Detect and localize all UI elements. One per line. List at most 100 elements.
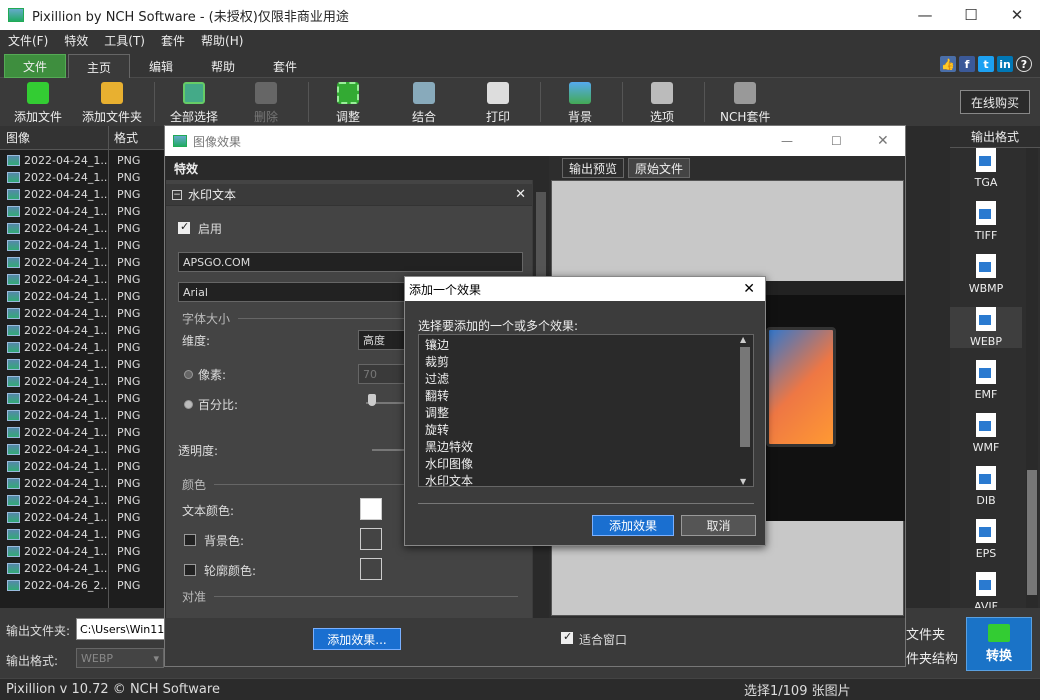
table-row[interactable]: 2022-04-24_1... PNG	[0, 152, 166, 169]
format-item-wmf[interactable]: WMF	[950, 413, 1022, 454]
table-row[interactable]: 2022-04-24_1... PNG	[0, 407, 166, 424]
format-item-emf[interactable]: EMF	[950, 360, 1022, 401]
menu-tools[interactable]: 工具(T)	[96, 32, 153, 49]
format-item-tiff[interactable]: TIFF	[950, 201, 1022, 242]
linkedin-icon[interactable]: in	[997, 56, 1013, 72]
tab-original-file[interactable]: 原始文件	[628, 158, 691, 178]
outline-color-swatch[interactable]	[360, 558, 382, 580]
list-item[interactable]: 调整	[425, 404, 449, 421]
pixels-radio[interactable]	[184, 370, 193, 379]
tab-edit[interactable]: 编辑	[130, 54, 192, 78]
table-row[interactable]: 2022-04-24_1... PNG	[0, 339, 166, 356]
table-row[interactable]: 2022-04-24_1... PNG	[0, 220, 166, 237]
list-item[interactable]: 裁剪	[425, 353, 449, 370]
tab-suite[interactable]: 套件	[254, 54, 316, 78]
table-row[interactable]: 2022-04-24_1... PNG	[0, 356, 166, 373]
list-item[interactable]: 镶边	[425, 336, 449, 353]
bg-color-swatch[interactable]	[360, 528, 382, 550]
add-file-button[interactable]: 添加文件	[14, 82, 62, 125]
list-item[interactable]: 旋转	[425, 421, 449, 438]
format-item-eps[interactable]: EPS	[950, 519, 1022, 560]
minimize-button[interactable]: —	[902, 0, 948, 30]
options-button[interactable]: 选项	[650, 82, 674, 125]
outline-color-checkbox[interactable]	[184, 564, 196, 576]
tab-file[interactable]: 文件	[4, 54, 66, 78]
add-effect-button[interactable]: 添加效果...	[313, 628, 401, 650]
output-format-select[interactable]: WEBP ▾	[76, 648, 164, 668]
table-row[interactable]: 2022-04-24_1... PNG	[0, 526, 166, 543]
format-item-webp[interactable]: WEBP	[950, 307, 1022, 348]
cancel-button[interactable]: 取消	[681, 515, 756, 536]
table-row[interactable]: 2022-04-24_1... PNG	[0, 288, 166, 305]
table-row[interactable]: 2022-04-24_1... PNG	[0, 271, 166, 288]
add-folder-button[interactable]: 添加文件夹	[82, 82, 142, 125]
minimize-button[interactable]: —	[781, 134, 793, 148]
table-row[interactable]: 2022-04-24_1... PNG	[0, 237, 166, 254]
watermark-text-input[interactable]: APSGO.COM	[178, 252, 523, 272]
fit-window-checkbox[interactable]	[561, 630, 573, 644]
percent-slider-handle[interactable]	[368, 394, 376, 406]
table-row[interactable]: 2022-04-24_1... PNG	[0, 560, 166, 577]
delete-button[interactable]: 删除	[254, 82, 278, 125]
tab-output-preview[interactable]: 输出预览	[562, 158, 625, 178]
select-all-button[interactable]: 全部选择	[170, 82, 218, 125]
buy-online-button[interactable]: 在线购买	[960, 90, 1030, 114]
thumbs-up-icon[interactable]: 👍	[940, 56, 956, 72]
help-icon[interactable]: ?	[1016, 56, 1032, 72]
table-row[interactable]: 2022-04-24_1... PNG	[0, 543, 166, 560]
format-item-dib[interactable]: DIB	[950, 466, 1022, 507]
menu-effects[interactable]: 特效	[56, 32, 96, 49]
print-button[interactable]: 打印	[486, 82, 510, 125]
collapse-icon[interactable]: −	[172, 189, 182, 200]
format-item-wbmp[interactable]: WBMP	[950, 254, 1022, 295]
table-row[interactable]: 2022-04-24_1... PNG	[0, 305, 166, 322]
facebook-icon[interactable]: f	[959, 56, 975, 72]
remove-effect-icon[interactable]: ✕	[515, 187, 526, 202]
maximize-button[interactable]: ☐	[831, 134, 842, 148]
table-row[interactable]: 2022-04-24_1... PNG	[0, 458, 166, 475]
table-row[interactable]: 2022-04-24_1... PNG	[0, 254, 166, 271]
enable-checkbox[interactable]	[178, 220, 190, 234]
list-item[interactable]: 过滤	[425, 370, 449, 387]
list-item[interactable]: 水印文本	[425, 472, 473, 489]
list-item[interactable]: 翻转	[425, 387, 449, 404]
table-row[interactable]: 2022-04-24_1... PNG	[0, 424, 166, 441]
menu-file[interactable]: 文件(F)	[0, 32, 56, 49]
open-folder-label[interactable]: 文件夹	[906, 624, 945, 643]
table-row[interactable]: 2022-04-24_1... PNG	[0, 186, 166, 203]
adjust-button[interactable]: 调整	[336, 82, 360, 125]
text-color-swatch[interactable]	[360, 498, 382, 520]
background-button[interactable]: 背景	[568, 82, 592, 125]
maximize-button[interactable]: ☐	[948, 0, 994, 30]
effect-list-scrollbar[interactable]: ▲ ▼	[737, 335, 753, 486]
close-icon[interactable]: ✕	[743, 281, 755, 297]
format-item-tga[interactable]: TGA	[950, 148, 1022, 189]
list-item[interactable]: 黑边特效	[425, 438, 473, 455]
table-row[interactable]: 2022-04-24_1... PNG	[0, 169, 166, 186]
tab-help[interactable]: 帮助	[192, 54, 254, 78]
menu-help[interactable]: 帮助(H)	[193, 32, 251, 49]
add-effect-confirm-button[interactable]: 添加效果	[592, 515, 674, 536]
format-item-avif[interactable]: AVIF	[950, 572, 1022, 613]
table-row[interactable]: 2022-04-24_1... PNG	[0, 390, 166, 407]
table-row[interactable]: 2022-04-24_1... PNG	[0, 441, 166, 458]
table-row[interactable]: 2022-04-24_1... PNG	[0, 492, 166, 509]
menu-suite[interactable]: 套件	[153, 32, 193, 49]
table-row[interactable]: 2022-04-24_1... PNG	[0, 509, 166, 526]
bg-color-checkbox[interactable]	[184, 534, 196, 546]
tab-home[interactable]: 主页	[68, 54, 130, 79]
combine-button[interactable]: 结合	[412, 82, 436, 125]
convert-button[interactable]: 转换	[966, 617, 1032, 671]
table-row[interactable]: 2022-04-24_1... PNG	[0, 475, 166, 492]
percent-radio[interactable]	[184, 400, 193, 409]
close-button[interactable]: ✕	[994, 0, 1040, 30]
nch-suite-button[interactable]: NCH套件	[720, 82, 770, 125]
col-format-header[interactable]: 格式	[108, 129, 138, 146]
table-row[interactable]: 2022-04-24_1... PNG	[0, 203, 166, 220]
output-folder-input[interactable]: C:\Users\Win11\	[76, 618, 166, 640]
twitter-icon[interactable]: t	[978, 56, 994, 72]
folder-structure-label[interactable]: 件夹结构	[906, 648, 958, 667]
table-row[interactable]: 2022-04-26_2... PNG	[0, 577, 166, 594]
close-button[interactable]: ✕	[877, 133, 889, 149]
col-image-header[interactable]: 图像	[0, 129, 108, 146]
